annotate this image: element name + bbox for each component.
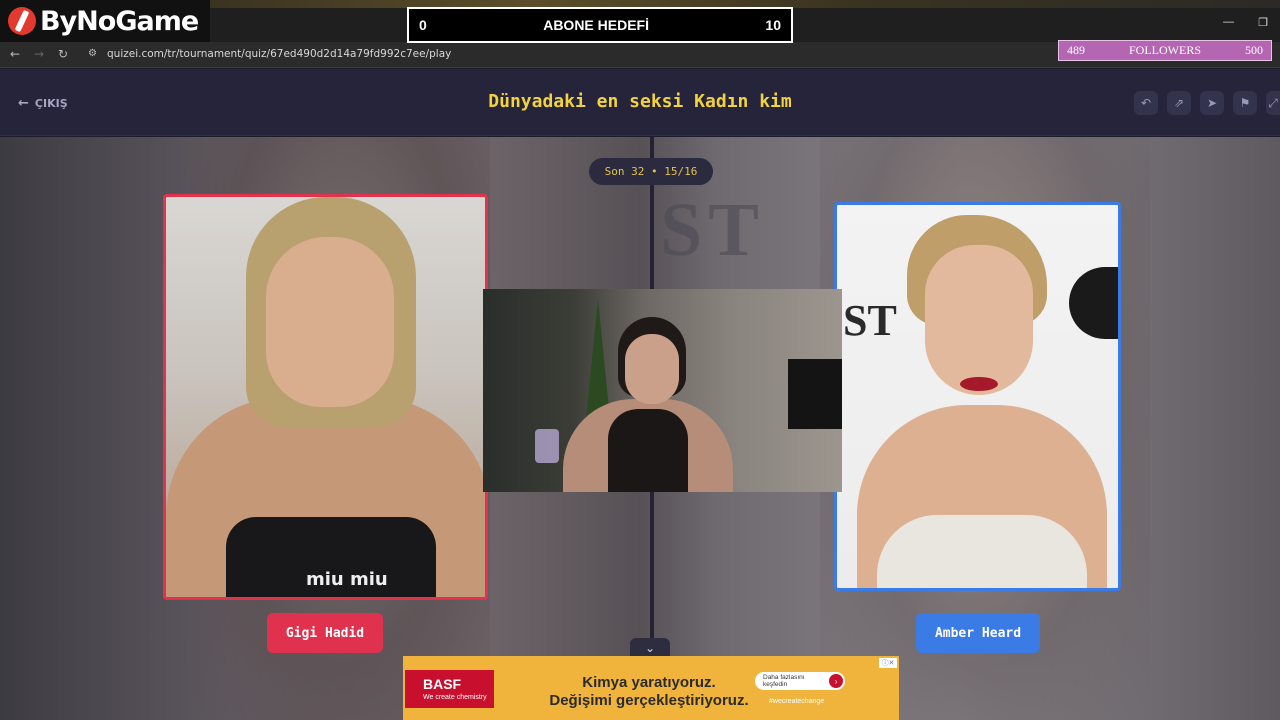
ad-cta-label: Daha fazlasını keşfedin <box>763 674 805 688</box>
ad-brand: BASF <box>423 676 462 692</box>
quiz-header: ← ÇIKIŞ Dünyadaki en seksi Kadın kim ↶ ⇗… <box>0 69 1280 136</box>
webcam-lamp <box>535 429 559 463</box>
backdrop-text: ST <box>843 296 897 345</box>
photo-face <box>925 245 1033 395</box>
backdrop-logo <box>1069 267 1118 339</box>
goal-target: 10 <box>765 17 781 33</box>
streamer-name: ByNoGame <box>40 5 199 37</box>
followers-goal: 489 FOLLOWERS 500 <box>1058 40 1272 61</box>
chevron-down-icon[interactable]: ⌄ <box>630 638 670 658</box>
restore-icon[interactable]: ❐ <box>1258 16 1268 29</box>
shirt-text: miu miu <box>306 569 388 590</box>
pick-right-button[interactable]: Amber Heard <box>916 613 1040 653</box>
url-field[interactable]: quizei.com/tr/tournament/quiz/67ed490d2d… <box>107 48 451 60</box>
photo-face <box>266 237 394 407</box>
site-info-icon[interactable]: ⚙ <box>88 48 100 60</box>
round-indicator: Son 32 • 15/16 <box>589 158 713 185</box>
window-controls: — ❐ <box>1223 16 1268 29</box>
photo-dress <box>877 515 1087 588</box>
undo-icon[interactable]: ↶ <box>1134 91 1158 115</box>
feather-logo-icon <box>8 7 36 35</box>
streamer-logo: ByNoGame <box>0 0 210 42</box>
subscriber-goal: 0 ABONE HEDEFİ 10 <box>407 7 793 43</box>
goal-current: 0 <box>419 17 427 33</box>
send-icon[interactable]: ➤ <box>1200 91 1224 115</box>
quiz-toolbar: ↶ ⇗ ➤ ⚑ ⤢ <box>1134 91 1280 115</box>
forward-icon[interactable]: → <box>34 47 44 61</box>
ad-banner[interactable]: BASF We create chemistry Kimya yaratıyor… <box>403 656 899 720</box>
followers-label: FOLLOWERS <box>1129 43 1201 57</box>
ad-headline: Kimya yaratıyoruz. <box>582 674 716 691</box>
flag-icon[interactable]: ⚑ <box>1233 91 1257 115</box>
share-icon[interactable]: ⇗ <box>1167 91 1191 115</box>
ad-brand-logo: BASF We create chemistry <box>405 670 494 708</box>
back-icon[interactable]: ← <box>10 47 20 61</box>
expand-icon[interactable]: ⤢ <box>1266 91 1280 115</box>
reload-icon[interactable]: ↻ <box>58 47 68 61</box>
pick-left-button[interactable]: Gigi Hadid <box>267 613 383 653</box>
ad-cta-button[interactable]: Daha fazlasını keşfedin › <box>755 672 845 690</box>
photo-lips <box>960 377 998 391</box>
webcam-monitor <box>788 359 842 429</box>
followers-target: 500 <box>1245 43 1263 57</box>
webcam-person-face <box>625 334 679 404</box>
ad-brand-tag: We create chemistry <box>423 694 487 701</box>
quiz-title: Dünyadaki en seksi Kadın kim <box>488 91 792 112</box>
chevron-right-icon: › <box>829 674 843 688</box>
webcam-person-top <box>608 409 688 492</box>
contestant-right-photo[interactable]: ST <box>834 202 1121 591</box>
ad-close-icon[interactable]: ⓘ✕ <box>879 658 897 668</box>
contestant-left-photo[interactable]: miu miu <box>163 194 488 600</box>
ad-hashtag: #wecreatechange <box>769 698 825 705</box>
goal-title: ABONE HEDEFİ <box>543 17 649 33</box>
ad-subheadline: Değişimi gerçekleştiriyoruz. <box>549 692 749 709</box>
screen: — ❐ ← → ↻ ⚙ quizei.com/tr/tournament/qui… <box>0 0 1280 720</box>
background-backdrop-text: ST <box>660 188 765 272</box>
followers-current: 489 <box>1067 43 1085 57</box>
webcam-overlay <box>483 289 842 492</box>
minimize-icon[interactable]: — <box>1223 16 1234 29</box>
